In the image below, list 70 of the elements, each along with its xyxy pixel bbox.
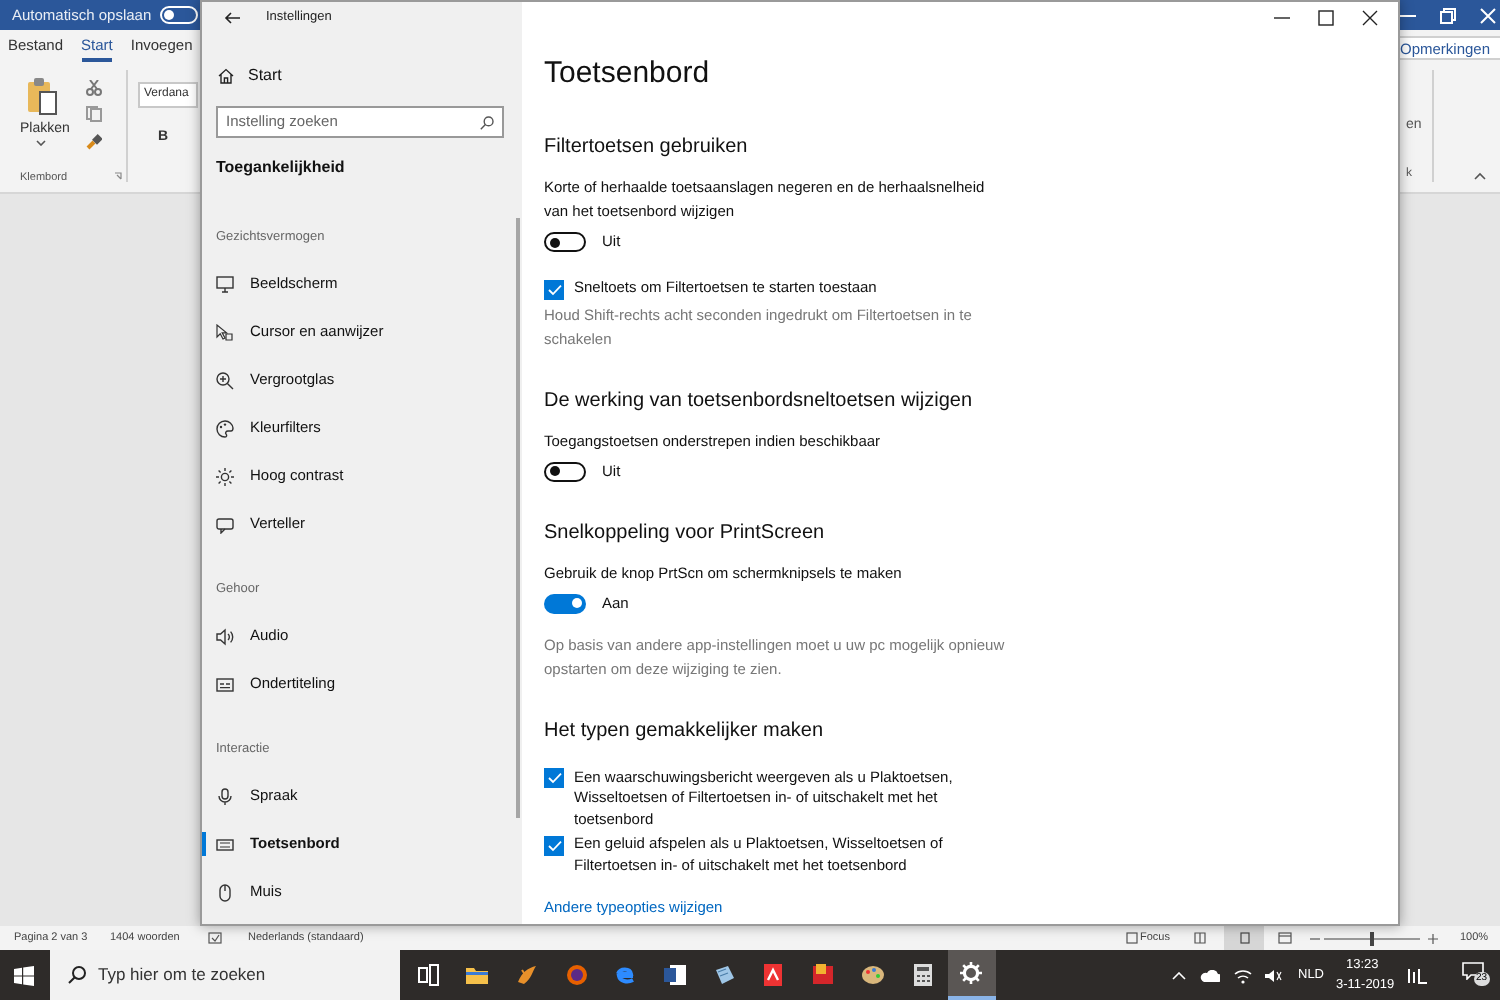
back-icon[interactable]: [224, 12, 240, 24]
pointer-icon: [216, 323, 234, 341]
section-heading: De werking van toetsenbordsneltoetsen wijzigen: [544, 387, 975, 415]
page-icon: [1239, 932, 1249, 944]
toggle-switch[interactable]: [544, 593, 586, 613]
proofing-icon[interactable]: [208, 932, 222, 944]
e-letter-icon: [614, 964, 637, 986]
collapse-icon[interactable]: [1474, 172, 1486, 180]
keyboard-icon: [216, 835, 234, 853]
chevron-up-icon[interactable]: [1172, 972, 1186, 980]
wifi-icon[interactable]: [1234, 968, 1252, 984]
ink-workspace-icon[interactable]: [1408, 968, 1428, 984]
monitor-icon: [216, 275, 234, 293]
cloud-icon[interactable]: [1200, 970, 1220, 982]
zoom-in-icon[interactable]: [1428, 933, 1438, 943]
zoom-out-icon[interactable]: [1310, 933, 1320, 943]
palette-icon: [216, 419, 234, 437]
section-heading: Het typen gemakkelijker maken: [544, 717, 826, 745]
home-icon[interactable]: [218, 68, 234, 84]
caret-icon[interactable]: [36, 140, 46, 146]
checkbox[interactable]: [544, 768, 564, 788]
checkbox[interactable]: [544, 835, 564, 855]
speaker-muted-icon[interactable]: [1264, 968, 1282, 984]
autosave-toggle[interactable]: [159, 6, 198, 24]
checkbox[interactable]: [544, 279, 564, 299]
start-icon[interactable]: [14, 965, 34, 985]
notification-icon[interactable]: [1462, 962, 1484, 980]
toggle-switch[interactable]: [544, 461, 586, 481]
search-icon[interactable]: [480, 115, 494, 129]
maximize-icon[interactable]: [1318, 10, 1334, 26]
task-view-icon: [417, 964, 439, 986]
nav-link[interactable]: Start: [248, 64, 282, 88]
speech-bubble-icon: [216, 515, 234, 533]
speaker-icon: [216, 627, 234, 645]
taskbar-button[interactable]: [947, 950, 996, 1000]
section-heading: Snelkoppeling voor PrintScreen: [544, 519, 827, 547]
gear-icon: [960, 962, 983, 984]
scissors-icon[interactable]: [86, 80, 102, 96]
page-title: Toetsenbord: [544, 54, 712, 94]
restore-icon[interactable]: [1440, 7, 1456, 23]
globe-icon: [565, 964, 588, 986]
captions-icon: [216, 675, 234, 693]
sun-icon: [216, 467, 234, 485]
pdf-icon: [762, 964, 785, 986]
brush-icon[interactable]: [86, 134, 102, 150]
web-layout-icon[interactable]: [1278, 932, 1292, 944]
mouse-icon: [216, 883, 234, 901]
bird-icon: [515, 964, 538, 986]
palette-icon: [861, 964, 884, 986]
section-heading: Filtertoetsen gebruiken: [544, 134, 750, 162]
section-heading: Toegankelijkheid: [216, 156, 347, 180]
notebook-icon: [713, 964, 736, 986]
dialog-launcher-icon[interactable]: [114, 172, 122, 180]
toggle-switch[interactable]: [544, 232, 586, 252]
tile-icon: [812, 964, 835, 986]
calculator-icon: [911, 964, 933, 986]
selection-indicator: [202, 832, 206, 856]
clipboard-icon[interactable]: [26, 76, 58, 116]
scrollbar[interactable]: [516, 218, 519, 818]
folder-icon: [466, 964, 489, 986]
copy-icon[interactable]: [86, 106, 102, 122]
search-field[interactable]: Typ hier om te zoeken: [50, 950, 400, 1000]
focus-icon[interactable]: [1126, 932, 1138, 944]
print-layout-button[interactable]: [1224, 926, 1264, 950]
microphone-icon: [216, 787, 234, 805]
search-icon: [68, 966, 86, 984]
zoom-in-icon: [216, 371, 234, 389]
read-mode-icon[interactable]: [1194, 932, 1206, 944]
document-icon: [664, 964, 686, 986]
close-icon[interactable]: [1362, 10, 1378, 26]
